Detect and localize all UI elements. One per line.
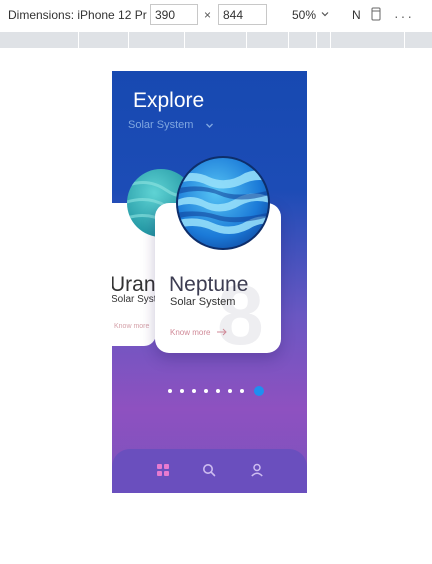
arrow-right-icon[interactable] bbox=[216, 327, 228, 337]
pager-dot[interactable] bbox=[204, 389, 208, 393]
more-options-icon[interactable]: ··· bbox=[394, 8, 414, 24]
pager-dots bbox=[168, 385, 278, 397]
chevron-down-icon bbox=[321, 12, 329, 17]
neptune-planet-icon bbox=[176, 156, 270, 250]
pager-dot[interactable] bbox=[168, 389, 172, 393]
pager-dot[interactable] bbox=[240, 389, 244, 393]
search-icon[interactable] bbox=[202, 463, 216, 477]
know-more-link[interactable]: Know more bbox=[170, 328, 210, 337]
rotate-icon[interactable] bbox=[370, 7, 382, 21]
phone-viewport: Explore Solar System Uranus Solar System… bbox=[112, 71, 307, 493]
know-more-link[interactable]: Know more bbox=[114, 323, 149, 330]
dimensions-label[interactable]: Dimensions: iPhone 12 Pr bbox=[8, 8, 147, 22]
bottom-nav bbox=[112, 449, 307, 493]
width-input[interactable] bbox=[150, 4, 198, 25]
card-subtitle: Solar System bbox=[112, 294, 156, 305]
pager-dot-active[interactable] bbox=[254, 386, 264, 396]
card-subtitle: Solar System bbox=[170, 296, 236, 308]
chevron-down-icon[interactable] bbox=[205, 121, 214, 130]
user-icon[interactable] bbox=[250, 463, 264, 477]
device-ruler bbox=[0, 32, 432, 48]
pager-dot[interactable] bbox=[192, 389, 196, 393]
times-symbol: × bbox=[204, 8, 212, 22]
pager-dot[interactable] bbox=[216, 389, 220, 393]
zoom-select[interactable]: 50% bbox=[292, 8, 316, 22]
pager-dot[interactable] bbox=[228, 389, 232, 393]
card-title: Neptune bbox=[169, 273, 249, 296]
height-input[interactable] bbox=[218, 4, 267, 25]
grid-icon[interactable] bbox=[156, 463, 170, 477]
page-title: Explore bbox=[133, 89, 205, 112]
device-toolbar: Dimensions: iPhone 12 Pr × 50% N ··· bbox=[0, 0, 432, 30]
system-select[interactable]: Solar System bbox=[128, 119, 193, 131]
throttle-label[interactable]: N bbox=[352, 8, 361, 22]
pager-dot[interactable] bbox=[180, 389, 184, 393]
